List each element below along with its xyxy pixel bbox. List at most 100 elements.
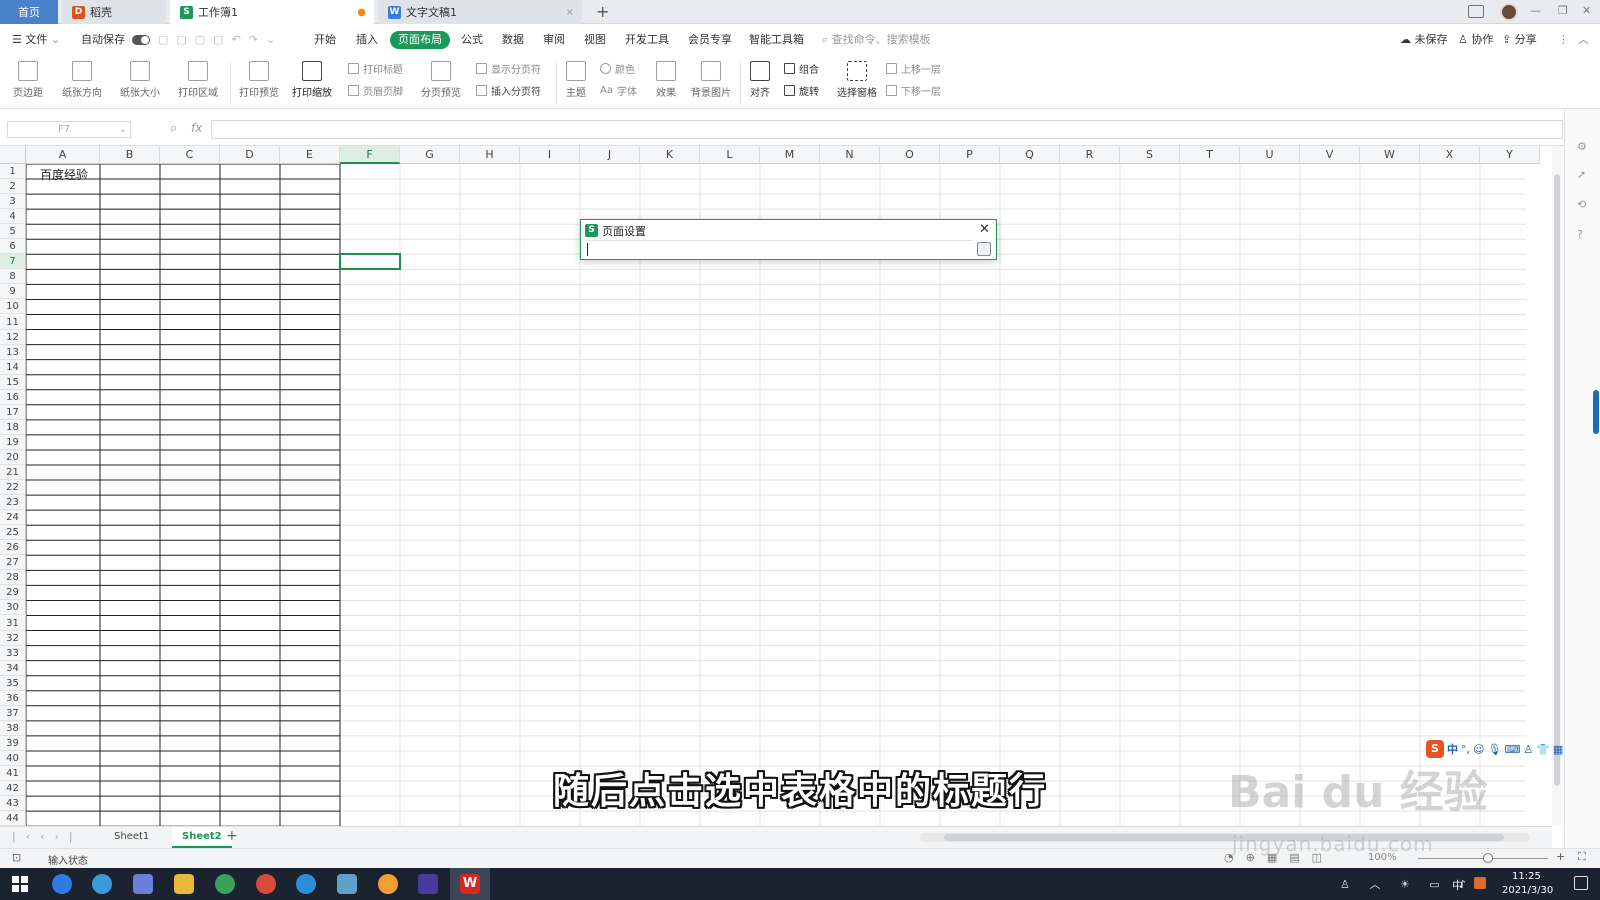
column-header-l[interactable]: L <box>700 146 760 164</box>
column-header-r[interactable]: R <box>1060 146 1120 164</box>
row-header-35[interactable]: 35 <box>0 675 26 691</box>
row-header-12[interactable]: 12 <box>0 329 26 345</box>
file-explorer-icon[interactable] <box>174 874 194 894</box>
theme-button[interactable]: 主题 <box>562 61 590 99</box>
windows-start-icon[interactable] <box>12 876 28 892</box>
sheet-nav-arrows[interactable]: |‹‹›| <box>12 830 83 843</box>
row-header-24[interactable]: 24 <box>0 510 26 526</box>
vertical-scrollbar-thumb[interactable] <box>1554 174 1560 786</box>
tray-lang[interactable]: 中 <box>1452 877 1463 893</box>
menu-review[interactable]: 审阅 <box>543 32 565 48</box>
column-header-e[interactable]: E <box>280 146 340 164</box>
row-header-2[interactable]: 2 <box>0 179 26 195</box>
row-header-37[interactable]: 37 <box>0 705 26 721</box>
media-player-icon[interactable] <box>418 874 438 894</box>
horizontal-scrollbar[interactable] <box>920 833 1530 842</box>
cell-grid[interactable] <box>26 164 1526 826</box>
zoom-formula-icon[interactable]: ⌕ <box>170 121 177 136</box>
row-header-36[interactable]: 36 <box>0 690 26 706</box>
column-header-k[interactable]: K <box>640 146 700 164</box>
tab-close-icon[interactable]: × <box>566 7 574 18</box>
row-header-33[interactable]: 33 <box>0 645 26 661</box>
header-footer-button[interactable]: 页眉页脚 <box>348 83 403 98</box>
row-header-11[interactable]: 11 <box>0 314 26 330</box>
row-header-4[interactable]: 4 <box>0 209 26 225</box>
group-button[interactable]: 组合 <box>784 61 819 76</box>
row-header-26[interactable]: 26 <box>0 540 26 556</box>
sidebar-cursor-icon[interactable]: ➚ <box>1577 168 1586 181</box>
column-header-b[interactable]: B <box>100 146 160 164</box>
add-sheet-button[interactable]: + <box>226 828 238 844</box>
row-header-10[interactable]: 10 <box>0 299 26 315</box>
row-header-8[interactable]: 8 <box>0 269 26 285</box>
column-header-f[interactable]: F <box>340 146 400 164</box>
menu-view[interactable]: 视图 <box>584 32 606 48</box>
page-break-preview-button[interactable]: 分页预览 <box>418 61 464 99</box>
chrome-icon[interactable] <box>215 874 235 894</box>
collapse-ribbon-icon[interactable]: ︿ <box>1578 32 1589 48</box>
bring-forward-button[interactable]: 上移一层 <box>886 61 941 76</box>
sheet-tab-sheet2[interactable]: Sheet2 <box>172 827 232 848</box>
print-preview-button[interactable]: 打印预览 <box>236 61 282 99</box>
row-header-7[interactable]: 7 <box>0 254 26 270</box>
menu-formula[interactable]: 公式 <box>461 32 483 48</box>
print-scale-button[interactable]: 打印缩放 <box>286 61 338 99</box>
zoom-slider-knob[interactable] <box>1483 853 1493 863</box>
sidebar-settings-icon[interactable]: ⚙ <box>1577 140 1587 153</box>
fonts-button[interactable]: Aa 字体 <box>600 83 637 98</box>
collab-button[interactable]: ♙ 协作 <box>1458 32 1493 48</box>
send-backward-button[interactable]: 下移一层 <box>886 83 941 98</box>
restore-button[interactable]: ❐ <box>1558 4 1568 17</box>
row-header-31[interactable]: 31 <box>0 615 26 631</box>
colors-button[interactable]: 颜色 <box>600 61 635 76</box>
background-image-button[interactable]: 背景图片 <box>688 61 734 99</box>
orientation-button[interactable]: 纸张方向 <box>56 61 108 99</box>
insert-page-break-button[interactable]: 插入分页符 <box>476 83 541 98</box>
column-header-t[interactable]: T <box>1180 146 1240 164</box>
row-header-18[interactable]: 18 <box>0 419 26 435</box>
column-header-w[interactable]: W <box>1360 146 1420 164</box>
paper-size-button[interactable]: 纸张大小 <box>114 61 166 99</box>
unsaved-button[interactable]: ☁ 未保存 <box>1400 32 1448 48</box>
row-header-39[interactable]: 39 <box>0 735 26 751</box>
formula-input[interactable] <box>211 120 1563 139</box>
column-header-n[interactable]: N <box>820 146 880 164</box>
row-header-6[interactable]: 6 <box>0 239 26 255</box>
row-header-30[interactable]: 30 <box>0 600 26 616</box>
menu-dev-tools[interactable]: 开发工具 <box>625 32 669 48</box>
column-header-v[interactable]: V <box>1300 146 1360 164</box>
collapse-dialog-icon[interactable] <box>977 242 991 256</box>
app-icon-8[interactable] <box>337 874 357 894</box>
minimize-button[interactable]: — <box>1530 4 1541 17</box>
selection-pane-button[interactable]: 选择窗格 <box>834 61 880 99</box>
cell-a1[interactable]: 百度经验 <box>40 166 88 183</box>
menu-insert[interactable]: 插入 <box>356 32 378 48</box>
sidebar-help-icon[interactable]: ? <box>1577 228 1583 241</box>
tab-home[interactable]: 首页 <box>0 0 58 24</box>
fx-icon[interactable]: fx <box>191 121 202 135</box>
wps-taskbar-button[interactable]: W <box>450 868 490 900</box>
menu-smart-tools[interactable]: 智能工具箱 <box>749 32 804 48</box>
row-header-9[interactable]: 9 <box>0 284 26 300</box>
menu-start[interactable]: 开始 <box>314 32 336 48</box>
column-header-d[interactable]: D <box>220 146 280 164</box>
column-header-o[interactable]: O <box>880 146 940 164</box>
row-header-38[interactable]: 38 <box>0 720 26 736</box>
menu-member[interactable]: 会员专享 <box>688 32 732 48</box>
rotate-button[interactable]: 旋转 <box>784 83 819 98</box>
browser-icon[interactable] <box>256 874 276 894</box>
fullscreen-icon[interactable]: ⛶ <box>1578 850 1586 864</box>
row-header-3[interactable]: 3 <box>0 194 26 210</box>
column-header-q[interactable]: Q <box>1000 146 1060 164</box>
zoom-slider[interactable] <box>1418 853 1548 863</box>
align-button[interactable]: 对齐 <box>746 61 774 99</box>
tab-docer[interactable]: D 稻壳 <box>62 0 166 24</box>
app-icon-3[interactable] <box>133 874 153 894</box>
app-icon-7[interactable] <box>296 874 316 894</box>
row-header-13[interactable]: 13 <box>0 344 26 360</box>
autosave-toggle[interactable]: 自动保存 <box>81 32 150 48</box>
sheet-tab-sheet1[interactable]: Sheet1 <box>114 831 149 842</box>
row-header-16[interactable]: 16 <box>0 389 26 405</box>
range-input[interactable] <box>585 240 973 257</box>
clock-time[interactable]: 11:25 <box>1512 871 1541 882</box>
